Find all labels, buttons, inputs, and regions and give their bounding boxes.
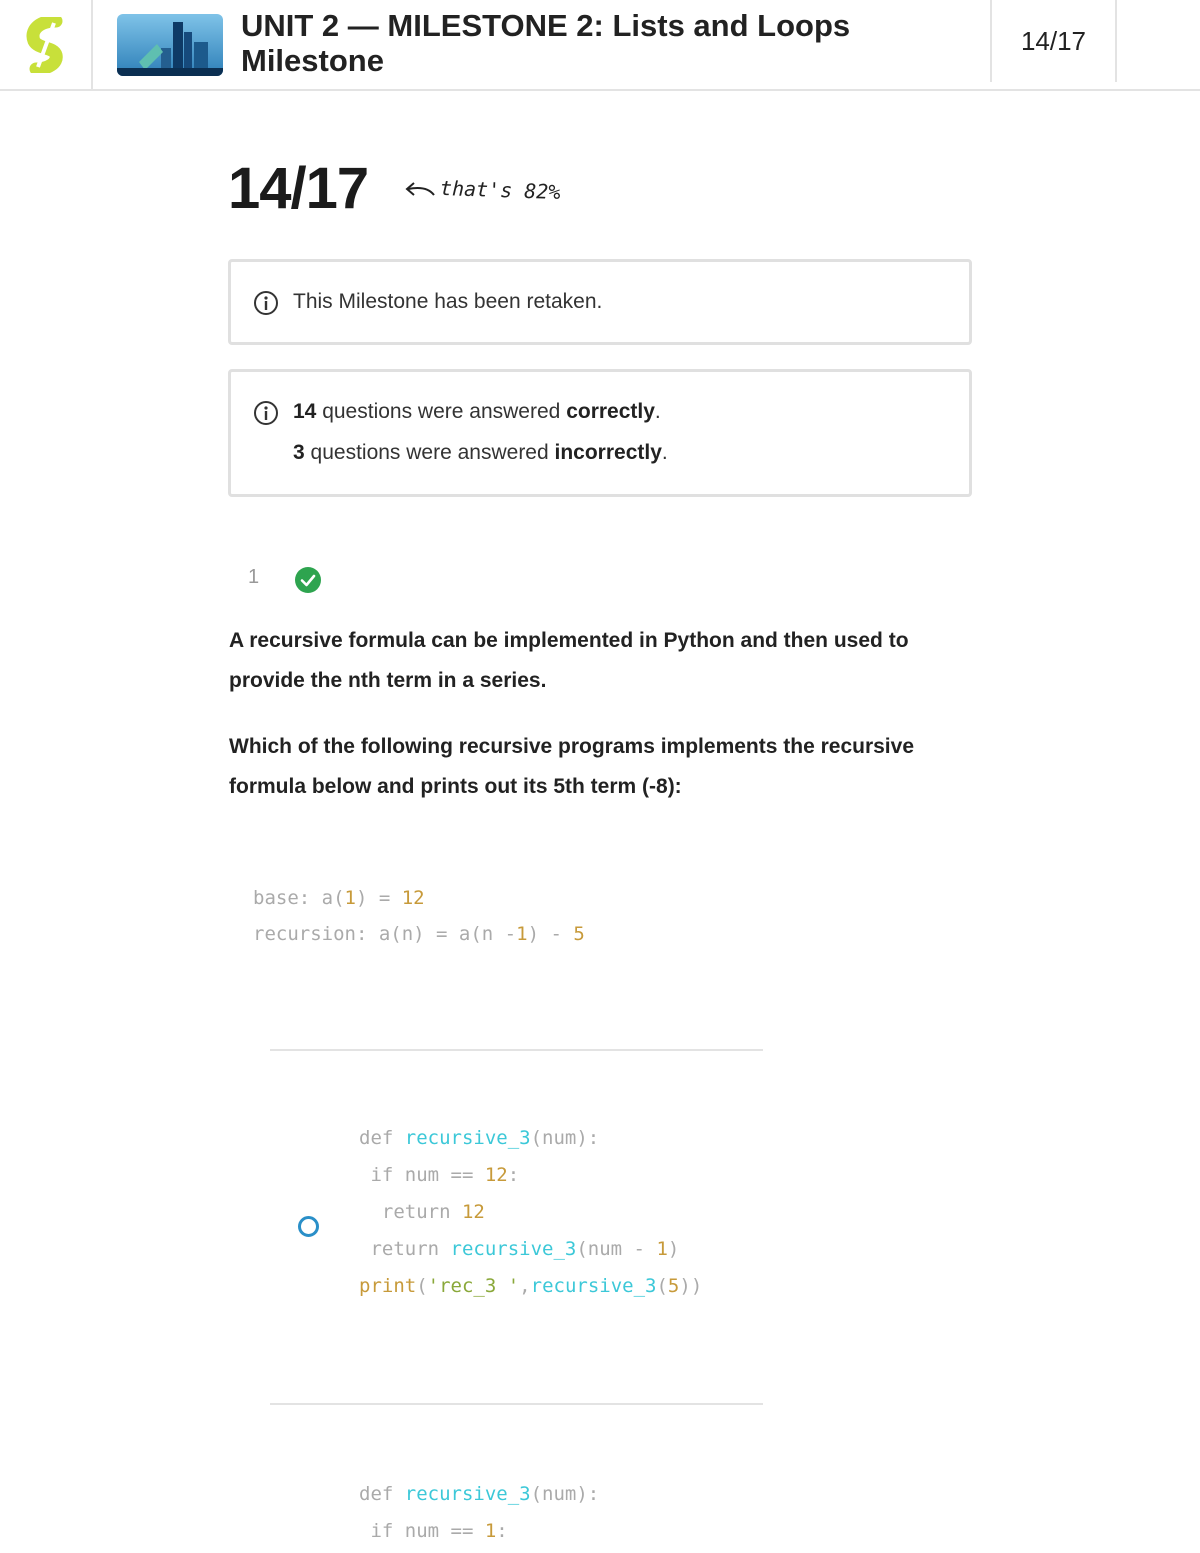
correct-check-icon <box>295 567 321 593</box>
correct-text: questions were answered <box>322 400 561 423</box>
option-code-1[interactable]: def recursive_3(num): if num == 12: retu… <box>359 1120 702 1305</box>
option-radio-1[interactable] <box>298 1216 319 1237</box>
correct-summary: 14 questions were answered correctly. <box>293 400 661 423</box>
question-number: 1 <box>248 566 260 588</box>
answer-summary: 14 questions were answered correctly. 3 … <box>228 369 972 497</box>
option-divider <box>270 1403 763 1405</box>
retaken-text: This Milestone has been retaken. <box>293 290 603 313</box>
header-score: 14/17 <box>990 0 1117 82</box>
option-code-2[interactable]: def recursive_3(num): if num == 1: <box>359 1476 599 1550</box>
code-line: def recursive_3(num): <box>359 1127 600 1149</box>
course-thumbnail <box>117 14 223 76</box>
code-line: def recursive_3(num): <box>359 1483 600 1505</box>
formula-recursion: recursion: a(n) = a(n -1) - 5 <box>253 923 585 945</box>
code-line: if num == 1: <box>359 1520 508 1542</box>
retaken-notice: This Milestone has been retaken. <box>228 259 972 345</box>
formula-block: base: a(1) = 12 recursion: a(n) = a(n -1)… <box>253 880 585 952</box>
code-line: return recursive_3(num - 1) <box>359 1238 680 1260</box>
curved-arrow-icon <box>405 182 435 196</box>
info-icon <box>254 291 278 315</box>
incorrect-summary: 3 questions were answered incorrectly. <box>293 441 668 464</box>
code-line: if num == 12: <box>359 1164 520 1186</box>
incorrect-text: questions were answered <box>310 441 549 464</box>
header-bar: UNIT 2 — MILESTONE 2: Lists and Loops Mi… <box>0 0 1200 91</box>
correct-word: correctly <box>566 400 655 423</box>
incorrect-word: incorrectly <box>554 441 662 464</box>
page-title: UNIT 2 — MILESTONE 2: Lists and Loops Mi… <box>241 8 851 78</box>
percent-note: that's 82% <box>404 175 561 205</box>
incorrect-count: 3 <box>293 441 305 464</box>
question-text: A recursive formula can be implemented i… <box>229 629 909 692</box>
option-divider <box>270 1049 763 1051</box>
code-line: return 12 <box>359 1201 485 1223</box>
correct-count: 14 <box>293 400 317 423</box>
percent-text: that's 82% <box>439 175 561 205</box>
question-prompt: Which of the following recursive program… <box>229 735 914 798</box>
info-icon <box>254 401 278 425</box>
formula-base: base: a(1) = 12 <box>253 887 425 909</box>
logo[interactable] <box>0 0 93 89</box>
code-line: print('rec_3 ',recursive_3(5)) <box>359 1275 703 1297</box>
score-value: 14/17 <box>228 156 369 221</box>
sophia-logo-icon <box>26 16 63 73</box>
